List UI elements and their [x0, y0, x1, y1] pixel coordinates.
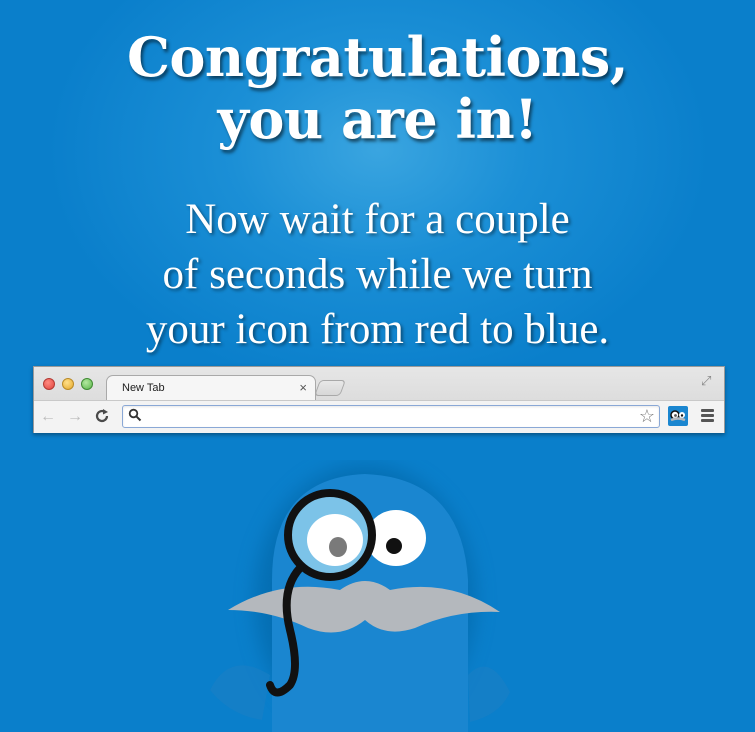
menu-bar-2: [701, 414, 714, 417]
headline-line-2: you are in!: [217, 87, 538, 151]
browser-window-illustration: New Tab × ⤢ ← → ☆: [33, 366, 725, 433]
search-icon-graphic: [128, 408, 142, 422]
fullscreen-icon[interactable]: ⤢: [701, 374, 715, 388]
extension-icon-graphic: [668, 406, 688, 426]
monster-right-pupil: [386, 538, 402, 554]
tab-label: New Tab: [122, 382, 165, 394]
new-tab-button[interactable]: [314, 380, 346, 396]
headline-line-1: Congratulations,: [126, 25, 629, 89]
tab-new-tab[interactable]: New Tab ×: [106, 375, 316, 401]
instruction-line-2: of seconds while we turn: [162, 251, 593, 298]
forward-arrow-icon[interactable]: →: [67, 408, 83, 426]
menu-icon[interactable]: [701, 409, 714, 424]
monster-left-hand: [210, 665, 270, 720]
reload-icon[interactable]: [94, 408, 110, 429]
headline: Congratulations, you are in!: [0, 26, 755, 150]
monster-right-hand: [468, 666, 510, 722]
extension-icon[interactable]: [668, 406, 688, 426]
instruction-line-3: your icon from red to blue.: [145, 306, 610, 353]
menu-bar-1: [701, 409, 714, 412]
back-arrow-icon[interactable]: ←: [40, 408, 56, 426]
star-icon[interactable]: ☆: [639, 406, 655, 427]
instruction-line-1: Now wait for a couple: [185, 196, 570, 243]
menu-bar-3: [701, 419, 714, 422]
search-icon: [128, 408, 142, 425]
zoom-window-button[interactable]: [81, 378, 93, 390]
monster-mascot-illustration: [210, 465, 510, 732]
address-input[interactable]: [147, 408, 631, 427]
monster-left-pupil: [329, 537, 347, 557]
close-window-button[interactable]: [43, 378, 55, 390]
close-icon[interactable]: ×: [299, 380, 307, 395]
instruction-text: Now wait for a couple of seconds while w…: [0, 192, 755, 357]
browser-toolbar: ← → ☆: [34, 400, 724, 433]
address-bar[interactable]: ☆: [122, 405, 660, 428]
reload-icon-graphic: [95, 409, 109, 423]
tab-strip: New Tab × ⤢: [34, 367, 724, 401]
minimize-window-button[interactable]: [62, 378, 74, 390]
